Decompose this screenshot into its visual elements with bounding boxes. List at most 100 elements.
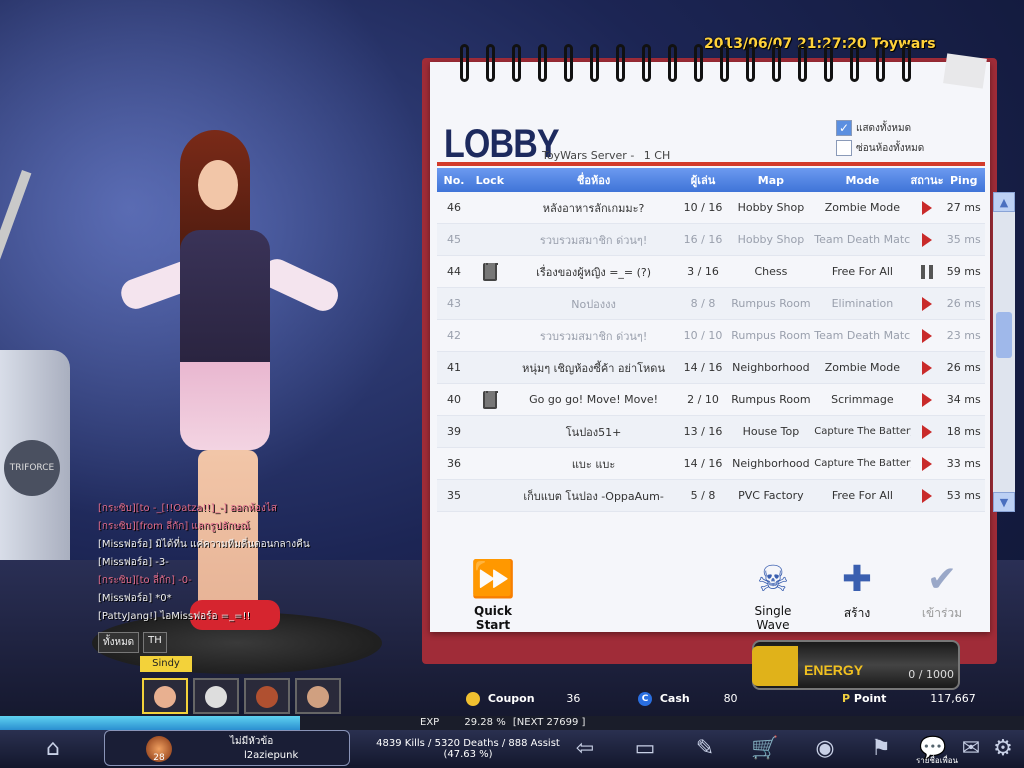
mail-icon[interactable]: ✉ <box>956 736 986 764</box>
chat-tab-all[interactable]: ทั้งหมด <box>98 632 140 653</box>
clan-flag-icon[interactable]: ⚑ <box>866 736 896 764</box>
filter-hide-full[interactable]: ซ่อนห้องทั้งหมด <box>836 140 924 156</box>
column-header-status[interactable]: สถานะ <box>911 171 943 189</box>
room-map: Neighborhood <box>732 361 810 374</box>
room-no: 45 <box>446 233 461 246</box>
filter-hide-full-label: ซ่อนห้องทั้งหมด <box>856 142 925 154</box>
quick-start-button[interactable]: ⏩ Quick Start <box>456 559 530 633</box>
exp-percent: 29.28 % <box>464 717 506 728</box>
room-mode: Scrimmage <box>831 393 894 406</box>
status-playing-icon <box>921 328 932 343</box>
checkmark-icon: ✔ <box>926 559 958 600</box>
cash-value: 80 <box>723 692 738 705</box>
room-row[interactable]: 43 Noปองงง 8 / 8 Rumpus Room Elimination… <box>437 288 985 320</box>
room-row[interactable]: 41 หนุ่มๆ เชิญห้องซี้ค้า อย่าโหดน 14 / 1… <box>437 352 985 384</box>
fast-forward-icon: ⏩ <box>470 559 516 600</box>
room-row[interactable]: 44 เรื่องของผู้หญิง =_= (?) 3 / 16 Chess… <box>437 256 985 288</box>
room-players: 5 / 8 <box>690 489 716 502</box>
room-players: 10 / 16 <box>683 201 723 214</box>
room-name: Noปองงง <box>571 297 616 311</box>
player-stats: 4839 Kills / 5320 Deaths / 888 Assist (4… <box>368 738 568 760</box>
avatar <box>154 686 176 708</box>
single-wave-button[interactable]: ☠ Single Wave <box>738 559 808 633</box>
workshop-icon[interactable]: ✎ <box>690 736 720 764</box>
column-header-lock[interactable]: Lock <box>471 174 509 187</box>
room-players: 3 / 16 <box>687 265 719 278</box>
character-slot[interactable] <box>193 678 239 714</box>
room-row[interactable]: 36 แบะ แบะ 14 / 16 Neighborhood Capture … <box>437 448 985 480</box>
skull-icon: ☠ <box>756 559 790 600</box>
friends-label: รายชื่อเพื่อน <box>916 756 958 765</box>
character-slot[interactable] <box>295 678 341 714</box>
room-ping: 26 ms <box>946 297 981 310</box>
column-header-name[interactable]: ชื่อห้อง <box>509 171 679 189</box>
room-players: 13 / 16 <box>683 425 723 438</box>
player-profile[interactable] <box>104 730 350 766</box>
create-room-button[interactable]: ✚ สร้าง <box>834 560 880 623</box>
room-players: 14 / 16 <box>683 457 723 470</box>
room-no: 35 <box>446 489 461 502</box>
room-list-scrollbar[interactable]: ▲ ▼ <box>993 192 1015 512</box>
divider <box>437 162 985 166</box>
character-slot[interactable] <box>244 678 290 714</box>
chat-line: [Missฟอร์อ] -3- <box>98 557 169 568</box>
chat-tab-th[interactable]: TH <box>143 632 167 653</box>
column-header-ping[interactable]: Ping <box>943 174 985 187</box>
room-ping: 59 ms <box>946 265 981 278</box>
scroll-down-icon[interactable]: ▼ <box>993 492 1015 512</box>
room-row[interactable]: 39 โนปอง51+ 13 / 16 House Top Capture Th… <box>437 416 985 448</box>
room-row[interactable]: 40 Go go go! Move! Move! 2 / 10 Rumpus R… <box>437 384 985 416</box>
status-playing-icon <box>921 360 932 375</box>
room-name: รวบรวมสมาชิก ด่วนๆ! <box>539 329 648 343</box>
room-map: Neighborhood <box>732 457 810 470</box>
column-header-map[interactable]: Map <box>728 174 815 187</box>
filter-show-all[interactable]: ✓ แสดงทั้งหมด <box>836 120 911 136</box>
avatar <box>256 686 278 708</box>
status-playing-icon <box>921 424 932 439</box>
room-ping: 26 ms <box>946 361 981 374</box>
chat-tabs: ทั้งหมด TH <box>98 632 167 653</box>
room-row[interactable]: 42 รวบรวมสมาชิก ด่วนๆ! 10 / 10 Rumpus Ro… <box>437 320 985 352</box>
column-header-no[interactable]: No. <box>437 174 471 187</box>
status-playing-icon <box>921 296 932 311</box>
battery-cap <box>752 646 798 686</box>
back-arrow-icon[interactable]: ⇦ <box>570 736 600 764</box>
settings-gear-icon[interactable]: ⚙ <box>988 736 1018 764</box>
checkbox-icon[interactable] <box>836 140 852 156</box>
room-ping: 18 ms <box>946 425 981 438</box>
inventory-icon[interactable]: ▭ <box>630 736 660 764</box>
coupon-label: Coupon <box>487 692 535 705</box>
room-ping: 27 ms <box>946 201 981 214</box>
room-row[interactable]: 46 หลังอาหารลักเกมมะ? 10 / 16 Hobby Shop… <box>437 192 985 224</box>
character-name-tag: Sindy <box>140 656 192 672</box>
chat-line: [Missฟอร์อ] *0* <box>98 593 172 604</box>
room-ping: 35 ms <box>946 233 981 246</box>
room-players: 8 / 8 <box>690 297 716 310</box>
room-ping: 23 ms <box>946 329 981 342</box>
room-row[interactable]: 45 รวบรวมสมาชิก ด่วนๆ! 16 / 16 Hobby Sho… <box>437 224 985 256</box>
gacha-icon[interactable]: ◉ <box>810 736 840 764</box>
energy-value: 0 / 1000 <box>908 668 954 681</box>
status-playing-icon <box>921 456 932 471</box>
room-no: 44 <box>446 265 461 278</box>
server-name: ToyWars Server - <box>542 149 635 162</box>
column-header-mode[interactable]: Mode <box>814 174 910 187</box>
cash-icon: C <box>638 692 652 706</box>
shop-cart-icon[interactable]: 🛒 <box>750 736 780 764</box>
home-icon[interactable]: ⌂ <box>38 736 68 764</box>
checkbox-icon[interactable]: ✓ <box>836 120 852 136</box>
avatar <box>307 686 329 708</box>
room-no: 40 <box>446 393 461 406</box>
single-wave-label: Single Wave <box>754 604 792 632</box>
room-mode: Capture The Battery <box>814 458 911 469</box>
room-row[interactable]: 35 เก็บแบต โนปอง -OppaAum- 5 / 8 PVC Fac… <box>437 480 985 512</box>
status-playing-icon <box>921 392 932 407</box>
character-slot[interactable] <box>142 678 188 714</box>
scroll-up-icon[interactable]: ▲ <box>993 192 1015 212</box>
scroll-thumb[interactable] <box>996 312 1012 358</box>
join-room-button[interactable]: ✔ เข้าร่วม <box>916 560 968 623</box>
exp-label: EXP <box>420 717 440 728</box>
channel-label: 1 CH <box>643 149 671 162</box>
column-header-players[interactable]: ผู้เล่น <box>678 171 727 189</box>
level-badge: 28 <box>146 736 172 763</box>
